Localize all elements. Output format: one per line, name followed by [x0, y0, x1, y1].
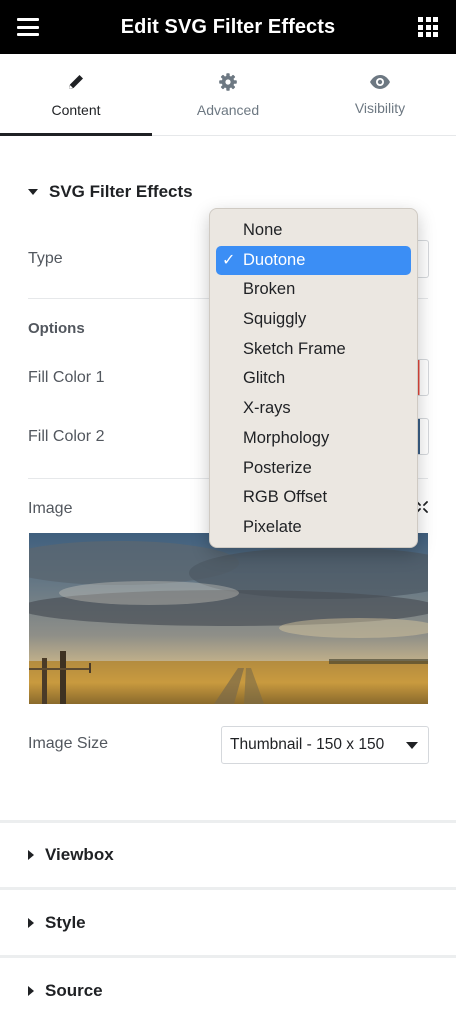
caret-down-icon	[28, 189, 38, 195]
section-toggle-svg-filter-effects[interactable]: SVG Filter Effects	[28, 182, 193, 202]
image-size-select[interactable]: Thumbnail - 150 x 150	[221, 726, 429, 764]
dropdown-option-rgb-offset[interactable]: RGB Offset	[210, 483, 417, 513]
pencil-icon	[69, 74, 83, 89]
tab-visibility[interactable]: Visibility	[304, 54, 456, 135]
hamburger-icon[interactable]	[17, 18, 39, 36]
chevron-down-icon	[406, 741, 418, 749]
options-heading: Options	[28, 320, 85, 337]
type-dropdown-menu: None ✓ Duotone Broken Squiggly Sketch Fr…	[209, 208, 418, 548]
checkmark-icon: ✓	[222, 251, 236, 269]
tab-advanced-label: Advanced	[196, 101, 260, 118]
caret-right-icon	[28, 850, 34, 860]
caret-right-icon	[28, 986, 34, 996]
dropdown-option-sketch-frame[interactable]: Sketch Frame	[210, 335, 417, 365]
section-title: SVG Filter Effects	[49, 182, 193, 201]
dropdown-option-pixelate[interactable]: Pixelate	[210, 513, 417, 543]
tab-advanced[interactable]: Advanced	[152, 54, 304, 135]
dropdown-option-none[interactable]: None	[210, 216, 417, 246]
panel-tabs: Content Advanced Visibility	[0, 54, 456, 136]
image-preview[interactable]	[29, 533, 428, 704]
image-size-label: Image Size	[28, 735, 109, 752]
dropdown-option-duotone[interactable]: ✓ Duotone	[216, 245, 411, 276]
dropdown-option-posterize[interactable]: Posterize	[210, 454, 417, 484]
fill-color-1-label: Fill Color 1	[28, 369, 105, 386]
tab-visibility-label: Visibility	[354, 99, 406, 116]
dropdown-option-x-rays[interactable]: X-rays	[210, 394, 417, 424]
landscape-photo	[29, 533, 428, 704]
image-label: Image	[28, 500, 73, 517]
section-toggle-style[interactable]: Style	[28, 913, 86, 933]
grid-icon[interactable]	[418, 17, 438, 37]
section-title: Viewbox	[45, 845, 114, 864]
dropdown-option-squiggly[interactable]: Squiggly	[210, 305, 417, 335]
section-title: Source	[45, 981, 103, 1000]
dropdown-option-morphology[interactable]: Morphology	[210, 424, 417, 454]
section-title: Style	[45, 913, 86, 932]
gear-icon	[219, 72, 237, 91]
tab-content-label: Content	[51, 101, 101, 118]
fill-color-2-label: Fill Color 2	[28, 428, 105, 445]
section-toggle-viewbox[interactable]: Viewbox	[28, 845, 114, 865]
type-label: Type	[28, 250, 63, 267]
caret-right-icon	[28, 918, 34, 928]
image-size-value: Thumbnail - 150 x 150	[230, 736, 385, 753]
eye-icon	[370, 74, 390, 89]
dropdown-option-label: Duotone	[243, 250, 306, 269]
section-divider	[0, 887, 456, 890]
section-divider	[0, 820, 456, 823]
section-toggle-source[interactable]: Source	[28, 981, 103, 1001]
top-bar: Edit SVG Filter Effects	[0, 0, 456, 54]
section-divider	[0, 955, 456, 958]
dropdown-option-broken[interactable]: Broken	[210, 275, 417, 305]
tab-content[interactable]: Content	[0, 54, 152, 136]
dropdown-option-glitch[interactable]: Glitch	[210, 364, 417, 394]
panel-title: Edit SVG Filter Effects	[120, 15, 336, 38]
